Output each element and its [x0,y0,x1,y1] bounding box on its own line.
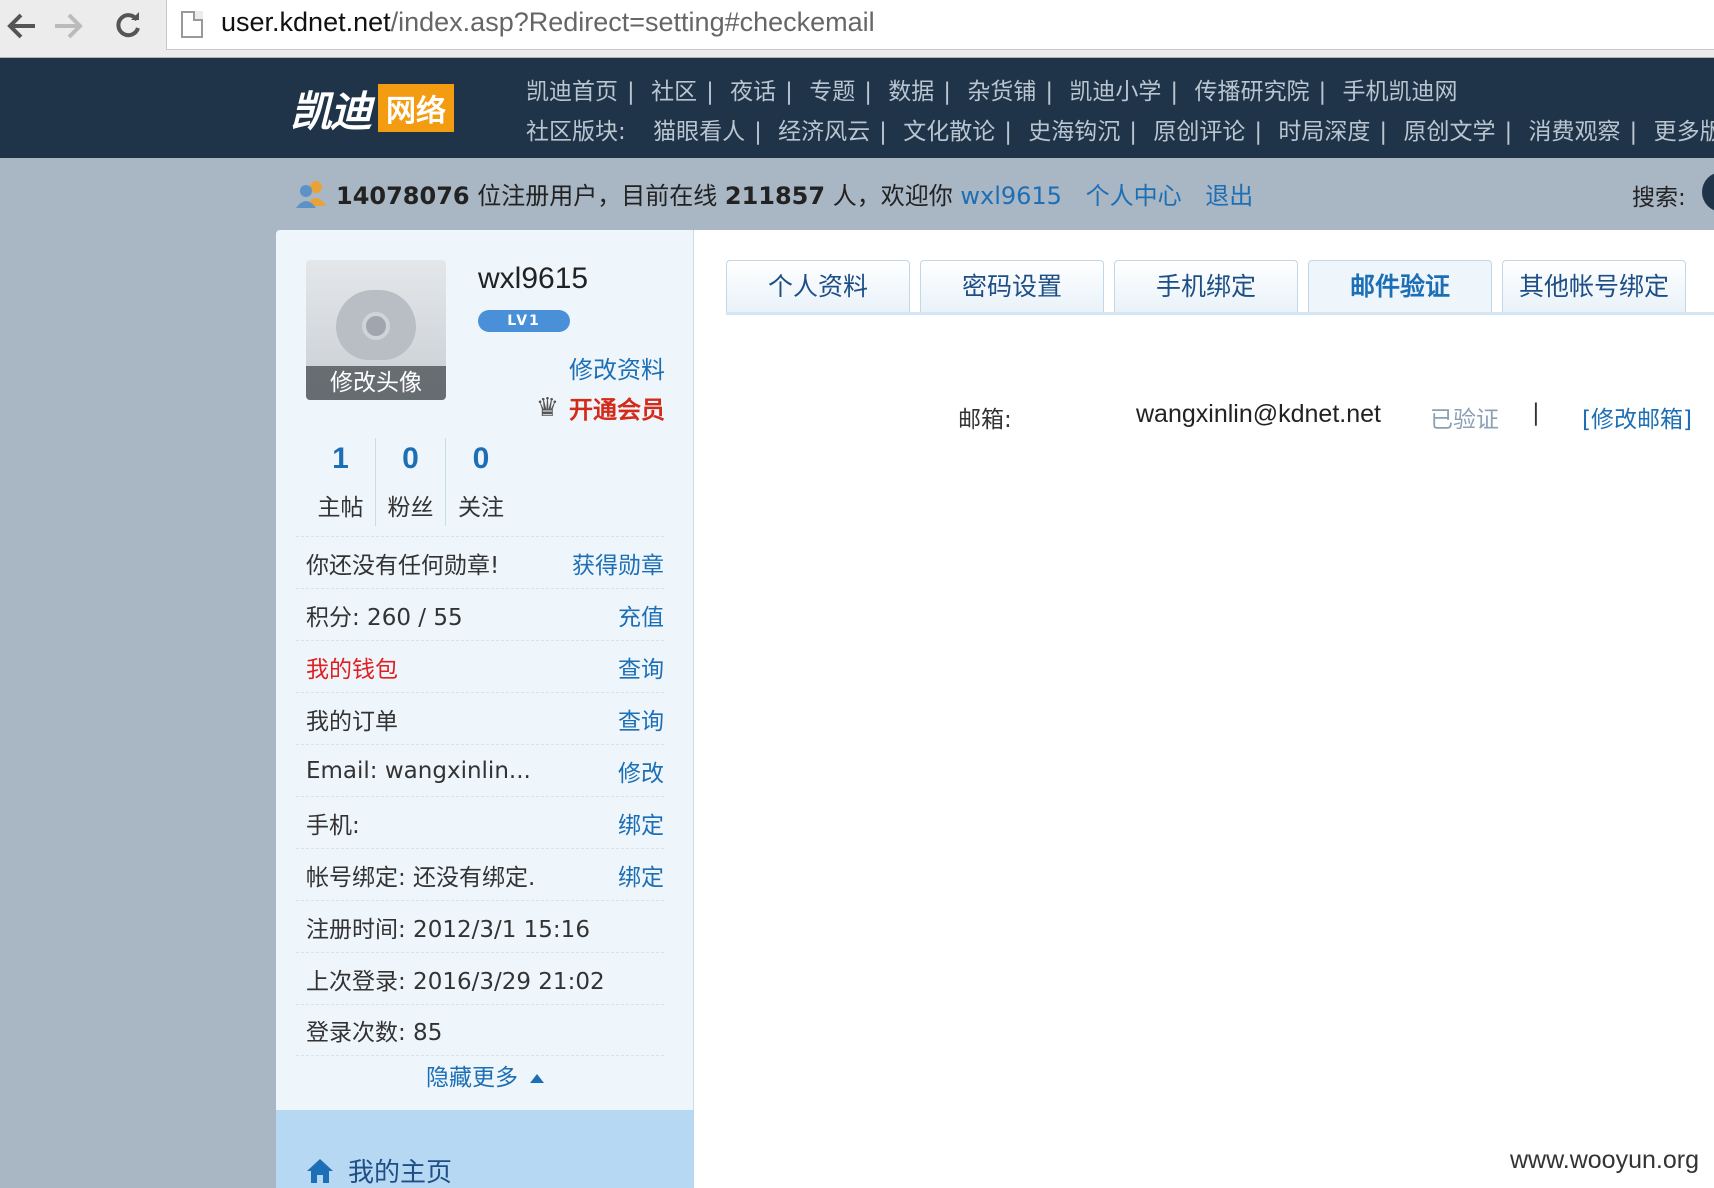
tabs-divider [726,312,1714,315]
home-section: 我的主页 [276,1110,694,1188]
hide-more-toggle[interactable]: 隐藏更多 [276,1058,694,1092]
account-binding-row: 帐号绑定: 还没有绑定. 绑定 [296,848,664,900]
nav-item[interactable]: 专题 [809,79,855,105]
vip-link[interactable]: ♛ 开通会员 [536,390,665,425]
count-posts[interactable]: 1 主帖 [306,438,376,526]
address-bar[interactable]: user.kdnet.net/index.asp?Redirect=settin… [166,0,1714,50]
reload-button[interactable] [106,6,150,46]
tab-other-accounts[interactable]: 其他帐号绑定 [1502,260,1686,312]
my-homepage-link[interactable]: 我的主页 [306,1152,452,1188]
nav-item[interactable]: 社区 [651,79,697,105]
logout-link[interactable]: 退出 [1205,182,1253,210]
board-item[interactable]: 文化散论 [903,119,995,145]
profile-info-list: 你还没有任何勋章! 获得勋章 积分: 260 / 55 充值 我的钱包 查询 我… [296,536,664,1056]
email-value: wangxinlin@kdnet.net [1136,400,1381,428]
board-item[interactable]: 经济风云 [778,119,870,145]
tab-profile[interactable]: 个人资料 [726,260,910,312]
user-counts: 1 主帖 0 粉丝 0 关注 [306,438,516,526]
search-button[interactable] [1702,172,1714,212]
url-text[interactable]: user.kdnet.net/index.asp?Redirect=settin… [221,7,875,38]
reload-icon [116,12,140,38]
register-time-row: 注册时间: 2012/3/1 15:16 [296,900,664,952]
forward-button[interactable] [46,6,90,46]
recharge-link[interactable]: 充值 [618,598,664,632]
board-item[interactable]: 时局深度 [1278,119,1370,145]
nav-item[interactable]: 凯迪首页 [526,79,618,105]
browser-toolbar: user.kdnet.net/index.asp?Redirect=settin… [0,0,1714,58]
nav-item[interactable]: 数据 [888,79,934,105]
get-medal-link[interactable]: 获得勋章 [572,546,664,580]
email-label: 邮箱: [958,407,1012,433]
edit-profile-link[interactable]: 修改资料 [569,350,665,385]
points-row: 积分: 260 / 55 充值 [296,588,664,640]
orders-query-link[interactable]: 查询 [618,702,664,736]
orders-row: 我的订单 查询 [296,692,664,744]
count-fans[interactable]: 0 粉丝 [376,438,446,526]
wallet-row: 我的钱包 查询 [296,640,664,692]
stats-bar: 14078076 位注册用户，目前在线 211857 人，欢迎你 wxl9615… [0,158,1714,230]
site-logo[interactable]: 凯迪 网络 [290,78,455,138]
site-header: 凯迪 网络 凯迪首页 | 社区 | 夜话 | 专题 | 数据 | 杂货铺 | 凯迪小学 | 传… [0,58,1714,158]
wallet-query-link[interactable]: 查询 [618,650,664,684]
bind-phone-link[interactable]: 绑定 [618,806,664,840]
verified-status: 已验证 [1430,407,1499,433]
crown-icon: ♛ [535,392,559,423]
page-icon [181,11,203,38]
username-link[interactable]: wxl9615 [960,182,1062,210]
bind-account-link[interactable]: 绑定 [618,858,664,892]
back-arrow-icon [7,13,35,39]
profile-username: wxl9615 [478,262,589,295]
nav-item[interactable]: 凯迪小学 [1069,79,1161,105]
edit-email-link[interactable]: 修改 [618,754,664,788]
count-following[interactable]: 0 关注 [446,438,516,526]
level-badge: LV1 [478,310,570,332]
board-item[interactable]: 消费观察 [1529,119,1621,145]
phone-row: 手机: 绑定 [296,796,664,848]
board-item[interactable]: 猫眼看人 [653,119,745,145]
tab-password[interactable]: 密码设置 [920,260,1104,312]
tab-email-verification[interactable]: 邮件验证 [1308,260,1492,312]
separator: | [1532,400,1540,426]
email-row: Email: wangxinlin... 修改 [296,744,664,796]
change-avatar-button[interactable]: 修改头像 [306,366,446,400]
last-login-row: 上次登录: 2016/3/29 21:02 [296,952,664,1004]
search-label: 搜索: [1632,185,1686,211]
profile-sidebar: 修改头像 wxl9615 LV1 修改资料 ♛ 开通会员 1 主帖 0 粉丝 0… [276,230,694,1188]
nav-item[interactable]: 传播研究院 [1194,79,1309,105]
board-item[interactable]: 史海钩沉 [1028,119,1120,145]
forward-arrow-icon [55,13,83,39]
login-count-row: 登录次数: 85 [296,1004,664,1056]
tab-phone-binding[interactable]: 手机绑定 [1114,260,1298,312]
board-nav: 社区版块: 猫眼看人 | 经济风云 | 文化散论 | 史海钩沉 | 原创评论 | 时局深度… [526,112,1714,146]
board-item[interactable]: 更多版 [1654,119,1714,145]
home-icon [307,1158,333,1183]
medal-row: 你还没有任何勋章! 获得勋章 [296,536,664,588]
nav-item[interactable]: 手机凯迪网 [1343,79,1458,105]
settings-main: 个人资料 密码设置 手机绑定 邮件验证 其他帐号绑定 邮箱: wangxinli… [694,230,1714,1188]
board-nav-label: 社区版块: [526,119,626,145]
stats-text: 14078076 位注册用户，目前在线 211857 人，欢迎你 wxl9615… [336,182,1254,210]
nav-item[interactable]: 夜话 [730,79,776,105]
watermark: www.wooyun.org [1510,1146,1699,1174]
wallet-link[interactable]: 我的钱包 [306,650,398,684]
change-email-link[interactable]: [修改邮箱] [1582,400,1692,434]
main-nav: 凯迪首页 | 社区 | 夜话 | 专题 | 数据 | 杂货铺 | 凯迪小学 | 传播研究院 | … [526,79,1458,105]
settings-tabs: 个人资料 密码设置 手机绑定 邮件验证 其他帐号绑定 [726,260,1696,312]
avatar[interactable]: 修改头像 [306,260,446,400]
users-icon [296,181,326,208]
back-button[interactable] [0,6,44,46]
board-item[interactable]: 原创评论 [1153,119,1245,145]
board-item[interactable]: 原创文学 [1403,119,1495,145]
caret-up-icon [530,1074,544,1083]
user-center-link[interactable]: 个人中心 [1086,182,1182,210]
nav-item[interactable]: 杂货铺 [967,79,1036,105]
